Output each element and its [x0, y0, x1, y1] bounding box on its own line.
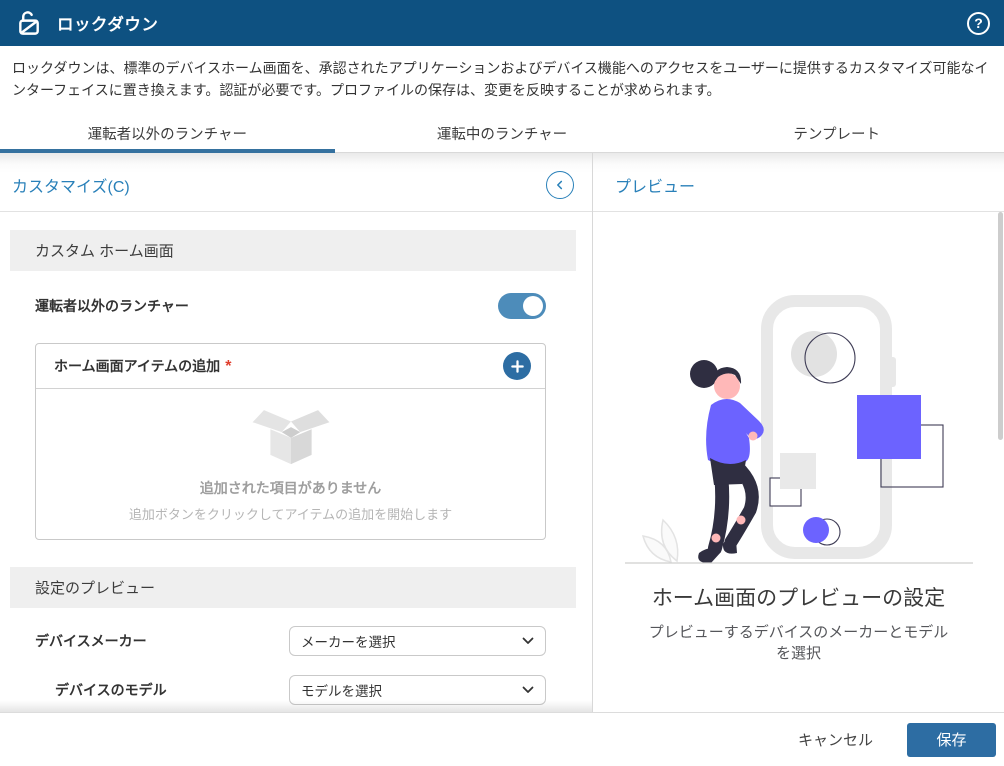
add-items-title: ホーム画面アイテムの追加 — [54, 358, 221, 375]
manufacturer-row: デバイスメーカー メーカーを選択 — [35, 616, 546, 665]
empty-box-icon — [252, 410, 329, 465]
customize-panel: カスタマイズ(C) カスタム ホーム画面 運転者以外のランチャー ホーム画面アイ… — [0, 153, 593, 712]
launcher-toggle[interactable] — [498, 293, 546, 320]
preview-body: ホーム画面のプレビューの設定 プレビューするデバイスのメーカーとモデルを選択 — [593, 212, 1004, 712]
chevron-left-icon — [557, 181, 563, 190]
footer-bar: キャンセル 保存 — [0, 712, 1004, 766]
settings-preview-header: 設定のプレビュー — [10, 567, 576, 609]
tab-non-driver-launcher[interactable]: 運転者以外のランチャー — [0, 115, 335, 154]
customize-title: カスタマイズ(C) — [12, 179, 130, 197]
chevron-down-icon — [522, 637, 534, 645]
cancel-button[interactable]: キャンセル — [798, 729, 873, 750]
preview-title: プレビュー — [615, 179, 696, 197]
customize-scroll-area[interactable]: カスタム ホーム画面 運転者以外のランチャー ホーム画面アイテムの追加 * 追加… — [0, 212, 592, 712]
launcher-toggle-label: 運転者以外のランチャー — [35, 298, 189, 315]
toggle-knob — [523, 296, 543, 317]
settings-preview-section: 設定のプレビュー デバイスメーカー メーカーを選択 デバイスのモデル モデルを選… — [10, 567, 576, 712]
launcher-toggle-row: 運転者以外のランチャー — [35, 271, 546, 343]
empty-title: 追加された項目がありません — [199, 480, 382, 497]
manufacturer-select[interactable]: メーカーを選択 — [289, 626, 546, 657]
add-item-button[interactable] — [503, 352, 531, 381]
phone-preview-illustration — [624, 295, 973, 564]
chevron-down-icon — [522, 686, 534, 694]
preview-caption-subtitle: プレビューするデバイスのメーカーとモデルを選択 — [648, 623, 949, 662]
help-icon[interactable]: ? — [967, 11, 990, 35]
required-asterisk: * — [225, 358, 232, 376]
home-screen-items-box: ホーム画面アイテムの追加 * 追加された項目がありません 追加ボタンをクリックし… — [35, 343, 546, 541]
model-label: デバイスのモデル — [55, 682, 167, 699]
page-title: ロックダウン — [57, 16, 159, 34]
lockdown-page: ロックダウン ? ロックダウンは、標準のデバイスホーム画面を、承認されたアプリケ… — [0, 0, 1004, 766]
home-screen-items-header: ホーム画面アイテムの追加 * — [36, 344, 545, 390]
preview-scrollbar[interactable] — [998, 212, 1003, 441]
empty-subtitle: 追加ボタンをクリックしてアイテムの追加を開始します — [128, 507, 453, 523]
preview-caption-title: ホーム画面のプレビューの設定 — [651, 587, 946, 611]
model-row: デバイスのモデル モデルを選択 — [35, 665, 546, 712]
manufacturer-label: デバイスメーカー — [35, 633, 147, 650]
content-area: カスタマイズ(C) カスタム ホーム画面 運転者以外のランチャー ホーム画面アイ… — [0, 153, 1004, 712]
empty-state: 追加された項目がありません 追加ボタンをクリックしてアイテムの追加を開始します — [36, 389, 545, 539]
tab-templates[interactable]: テンプレート — [669, 115, 1004, 152]
customize-panel-header: カスタマイズ(C) — [0, 153, 592, 213]
custom-home-section-header: カスタム ホーム画面 — [10, 230, 576, 272]
plus-icon — [510, 360, 524, 373]
collapse-panel-button[interactable] — [546, 171, 574, 200]
preview-panel: プレビュー ホーム画面のプレビューの設定 プレビューするデバイスのメーカーとモデ… — [593, 153, 1004, 712]
custom-home-section: カスタム ホーム画面 運転者以外のランチャー ホーム画面アイテムの追加 * 追加… — [10, 230, 576, 541]
unlock-slash-icon — [16, 10, 43, 37]
app-header: ロックダウン ? — [0, 0, 1004, 46]
tab-driving-launcher[interactable]: 運転中のランチャー — [335, 115, 670, 152]
page-description: ロックダウンは、標準のデバイスホーム画面を、承認されたアプリケーションおよびデバ… — [12, 60, 989, 98]
model-select[interactable]: モデルを選択 — [289, 675, 546, 706]
save-button[interactable]: 保存 — [907, 722, 996, 757]
preview-panel-header: プレビュー — [593, 153, 1004, 213]
launcher-tabs: 運転者以外のランチャー 運転中のランチャー テンプレート — [0, 115, 1004, 154]
